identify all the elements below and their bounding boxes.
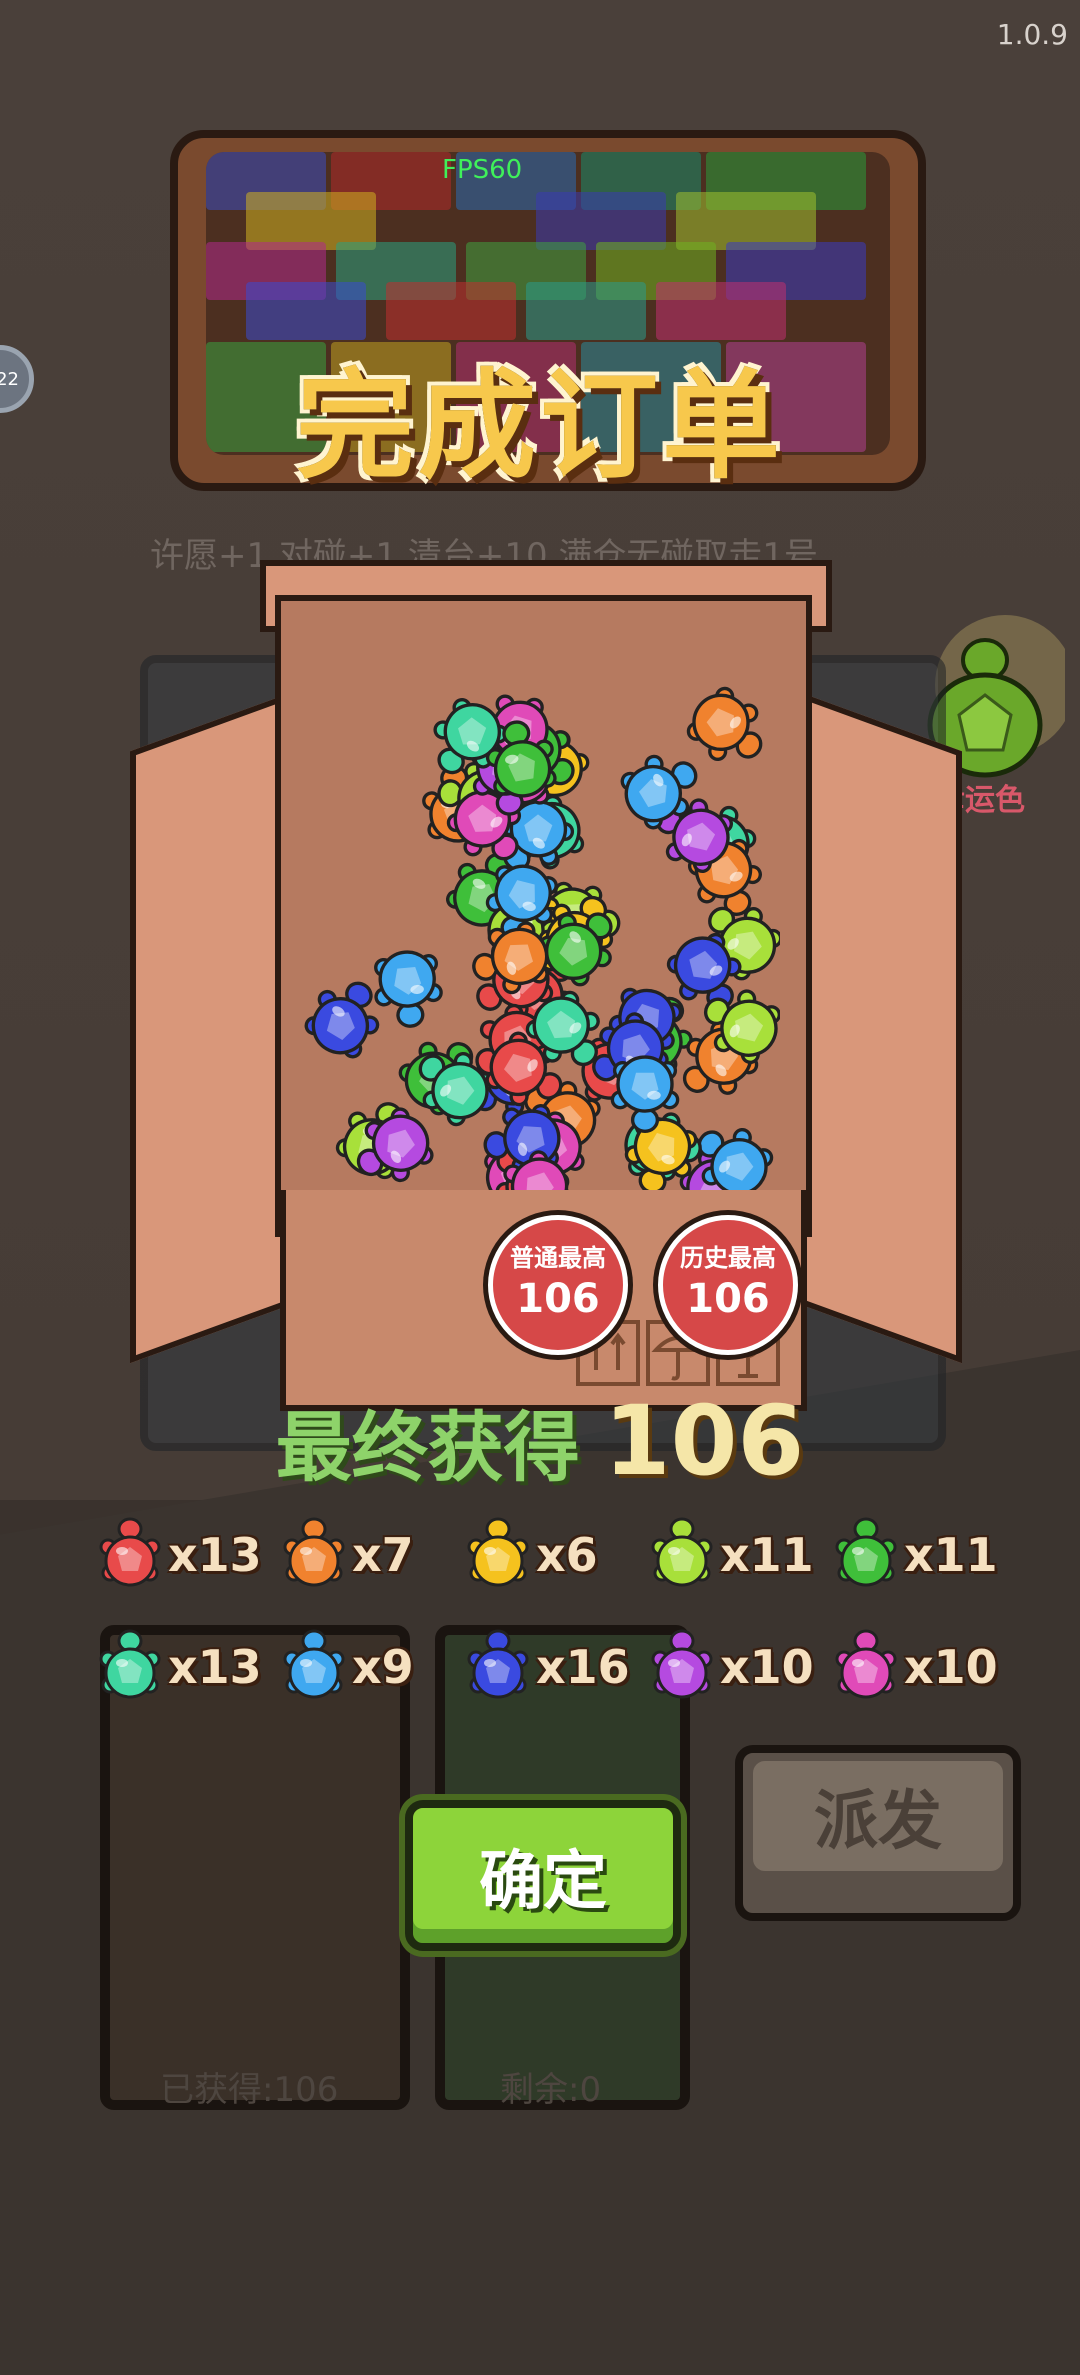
pile-turtle-icon (469, 708, 573, 812)
turtle-count-value: x13 (168, 1640, 262, 1694)
history-best-stamp: 历史最高 106 (658, 1215, 798, 1355)
turtle-count-item: x13 (90, 1617, 270, 1717)
turtle-count-value: x11 (904, 1528, 998, 1582)
turtle-count-item: x16 (458, 1617, 638, 1717)
fps-counter: FPS60 (442, 155, 523, 185)
dispatch-button[interactable]: 派发 (735, 1745, 1021, 1921)
turtle-count-item: x11 (826, 1505, 1006, 1605)
final-score-label: 最终获得 (275, 1403, 580, 1492)
obtained-count-label: 已获得:106 (160, 2070, 339, 2110)
turtle-icon (826, 1625, 906, 1709)
dispatch-label: 派发 (753, 1761, 1003, 1871)
order-complete-title: 完成订单 (295, 357, 784, 495)
turtle-icon (274, 1625, 354, 1709)
turtle-icon (90, 1513, 170, 1597)
turtle-count-item: x11 (642, 1505, 822, 1605)
confirm-button[interactable]: 确定 (405, 1800, 681, 1951)
turtle-count-value: x9 (352, 1640, 414, 1694)
final-score: 最终获得 106 (0, 1385, 1080, 1497)
turtle-icon (274, 1513, 354, 1597)
normal-best-stamp: 普通最高 106 (488, 1215, 628, 1355)
turtle-icon (458, 1625, 538, 1709)
stamp-label: 历史最高 (680, 1244, 776, 1272)
stamp-value: 106 (516, 1276, 600, 1322)
turtle-count-item: x10 (642, 1617, 822, 1717)
turtle-count-item: x9 (274, 1617, 454, 1717)
turtle-count-item: x10 (826, 1617, 1006, 1717)
turtle-count-value: x11 (720, 1528, 814, 1582)
turtle-count-value: x7 (352, 1528, 414, 1582)
version-label: 1.0.9 (996, 18, 1068, 51)
pile-turtle-icon (600, 1048, 690, 1138)
stamp-value: 106 (686, 1276, 770, 1322)
turtle-count-value: x13 (168, 1528, 262, 1582)
turtle-icon (458, 1513, 538, 1597)
turtle-pile (300, 660, 780, 1220)
turtle-icon (642, 1513, 722, 1597)
turtle-count-value: x6 (536, 1528, 598, 1582)
stamp-label: 普通最高 (510, 1244, 606, 1272)
box-flap-right (790, 688, 962, 1364)
remaining-count-label: 剩余:0 (500, 2070, 602, 2110)
turtle-icon (642, 1625, 722, 1709)
turtle-count-value: x16 (536, 1640, 630, 1694)
turtle-count-value: x10 (720, 1640, 814, 1694)
turtle-icon (826, 1513, 906, 1597)
turtle-count-item: x13 (90, 1505, 270, 1605)
final-score-value: 106 (603, 1385, 805, 1497)
turtle-icon (90, 1625, 170, 1709)
turtle-count-item: x7 (274, 1505, 454, 1605)
turtle-count-item: x6 (458, 1505, 638, 1605)
turtle-count-value: x10 (904, 1640, 998, 1694)
